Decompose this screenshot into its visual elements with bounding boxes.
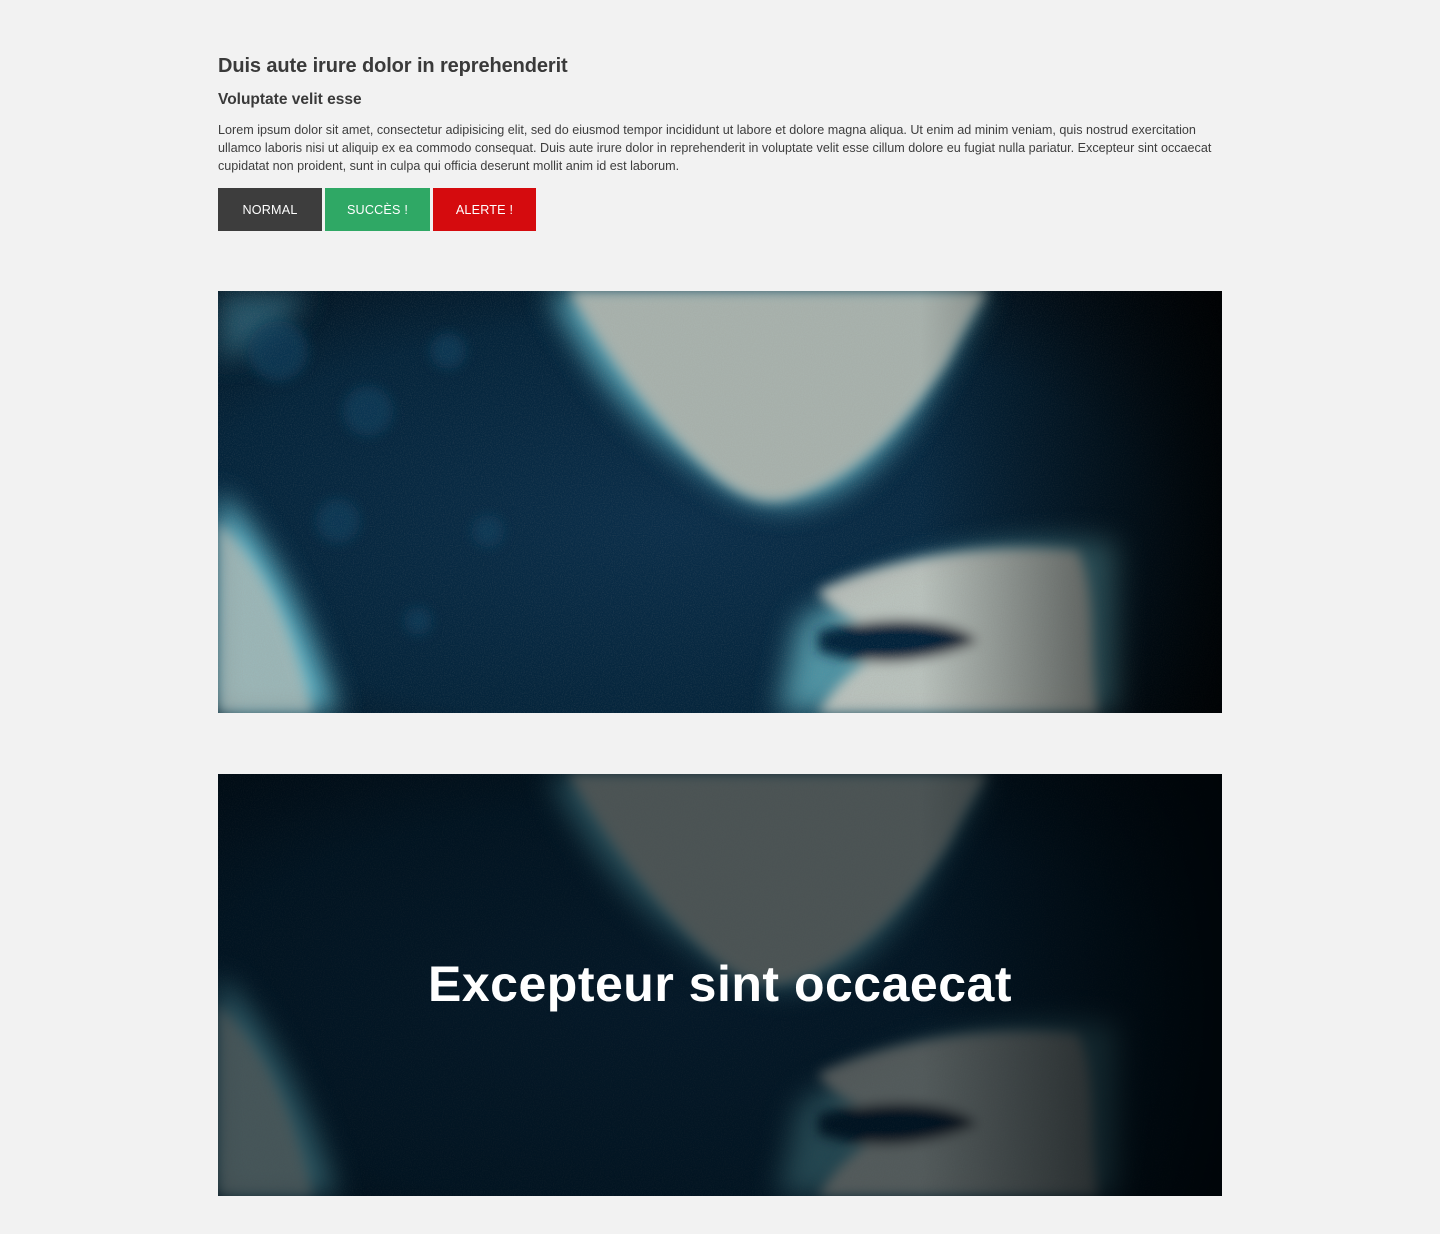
normal-button[interactable]: NORMAL	[218, 188, 322, 231]
success-button[interactable]: SUCCÈS !	[325, 188, 430, 231]
alert-button[interactable]: ALERTE !	[433, 188, 536, 231]
hero-heading: Excepteur sint occaecat	[428, 956, 1012, 1012]
satellite-image	[218, 291, 1222, 713]
button-group: NORMAL SUCCÈS ! ALERTE !	[218, 188, 536, 231]
hero-banner: Excepteur sint occaecat	[218, 774, 1222, 1196]
body-paragraph: Lorem ipsum dolor sit amet, consectetur …	[218, 123, 1212, 174]
page-subtitle: Voluptate velit esse	[218, 91, 362, 108]
page-title: Duis aute irure dolor in reprehenderit	[218, 55, 568, 77]
